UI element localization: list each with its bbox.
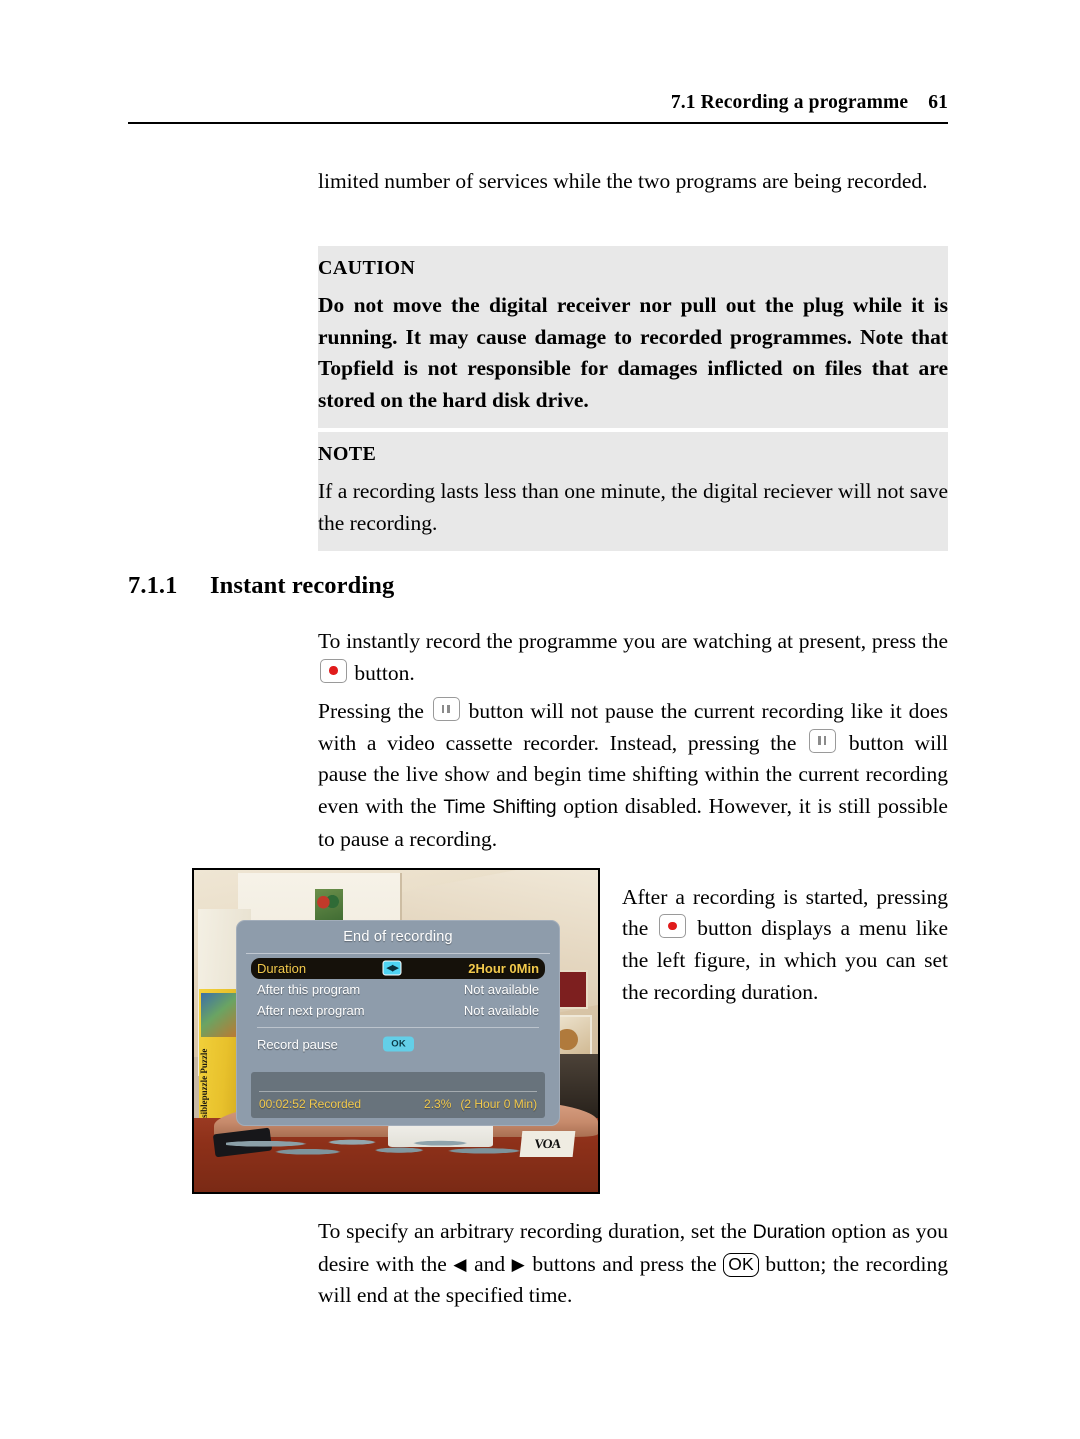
arrow-right-icon: ▶ — [511, 1254, 526, 1274]
page-header: 7.1 Recording a programme 61 — [128, 92, 948, 130]
record-button-icon — [659, 914, 687, 939]
osd-row-after-this-program-value: Not available — [463, 981, 540, 997]
ui-term-time-shifting: Time Shifting — [443, 796, 557, 819]
pause-button-icon — [432, 697, 460, 721]
specify-text-3: and — [467, 1251, 512, 1276]
specify-text-1: To specify an arbitrary recording durati… — [318, 1219, 753, 1243]
osd-row-after-this-program-label: After this program — [256, 981, 361, 997]
record-button-icon — [320, 658, 347, 683]
pause-button-icon — [809, 728, 837, 753]
caution-title: CAUTION — [318, 257, 416, 279]
paragraph-instant-record: To instantly record the programme you ar… — [318, 626, 948, 689]
figure-end-of-recording-screenshot: Super 100 Reversiblepuzzle Puzzle VOA En… — [192, 868, 600, 1194]
osd-info-panel: 00:02:52 Recorded 2.3% (2 Hour 0 Min) — [250, 1071, 546, 1118]
paragraph-pause-behaviour: Pressing the button will not pause the c… — [318, 696, 948, 856]
osd-row-duration[interactable]: Duration ◀▶ 2Hour 0Min — [250, 957, 546, 979]
osd-row-record-pause[interactable]: Record pause OK — [251, 1034, 545, 1055]
header-title: 7.1 Recording a programme 61 — [671, 92, 948, 114]
osd-row-record-pause-label: Record pause — [256, 1036, 338, 1052]
paragraph-specify-duration-text: To specify an arbitrary recording durati… — [318, 1216, 948, 1312]
osd-status-bar: 00:02:52 Recorded 2.3% (2 Hour 0 Min) — [259, 1094, 537, 1114]
manual-page: 7.1 Recording a programme 61 limited numb… — [0, 0, 1080, 1439]
osd-status-percent: 2.3% — [424, 1096, 452, 1111]
note-title: NOTE — [318, 443, 377, 465]
osd-row-duration-value: 2Hour 0Min — [468, 960, 540, 976]
osd-end-of-recording-dialog: End of recording Duration ◀▶ 2Hour 0Min … — [236, 919, 560, 1126]
photo-voa-logo: VOA — [519, 1130, 576, 1157]
osd-row-duration-label: Duration — [256, 960, 307, 976]
instant-text-2: button. — [349, 660, 415, 685]
note-text: If a recording lasts less than one minut… — [318, 479, 948, 535]
osd-row-after-next-program-value: Not available — [463, 1002, 540, 1018]
paragraph-after-recording: After a recording is started, pressing t… — [622, 860, 948, 1030]
instant-text-1: To instantly record the programme you ar… — [318, 629, 948, 653]
osd-row-after-next-program-label: After next program — [256, 1002, 365, 1018]
photo-poster — [315, 889, 344, 922]
paragraph-after-recording-text: After a recording is started, pressing t… — [622, 882, 948, 1009]
caution-box: CAUTION Do not move the digital receiver… — [318, 246, 948, 429]
osd-section-divider — [256, 1026, 540, 1028]
intro-paragraph-text: limited number of services while the two… — [318, 169, 928, 193]
osd-status-divider — [258, 1090, 538, 1092]
osd-record-pause-ok-chip[interactable]: OK — [383, 1036, 414, 1052]
page-number: 61 — [928, 92, 948, 113]
ok-key-icon: OK — [723, 1252, 759, 1277]
osd-row-after-next-program[interactable]: After next program Not available — [251, 1000, 545, 1021]
paragraph-specify-duration: To specify an arbitrary recording durati… — [318, 1216, 948, 1312]
photo-book-cover-art — [201, 993, 239, 1038]
caution-text: Do not move the digital receiver nor pul… — [318, 293, 948, 412]
osd-status-recorded: 00:02:52 Recorded — [258, 1096, 362, 1111]
osd-status-total: (2 Hour 0 Min) — [460, 1096, 538, 1111]
header-section-label: 7.1 Recording a programme — [670, 92, 909, 113]
osd-title: End of recording — [343, 928, 453, 945]
osd-option-list: Duration ◀▶ 2Hour 0Min After this progra… — [250, 957, 546, 1055]
paragraph-instant-record-text: To instantly record the programme you ar… — [318, 626, 948, 689]
ui-term-duration: Duration — [752, 1221, 826, 1243]
paragraph-pause-behaviour-text: Pressing the button will not pause the c… — [318, 696, 948, 856]
section-heading-title: Instant recording — [210, 572, 395, 599]
osd-status-right: 2.3% (2 Hour 0 Min) — [424, 1097, 537, 1111]
intro-paragraph: limited number of services while the two… — [318, 166, 948, 198]
header-divider — [128, 122, 948, 124]
osd-title-divider — [246, 952, 550, 954]
photo-puzzle-pieces — [226, 1130, 542, 1164]
note-box: NOTE If a recording lasts less than one … — [318, 432, 948, 552]
section-heading-number: 7.1.1 — [128, 572, 178, 599]
pressing-text-1: Pressing the — [318, 699, 431, 723]
osd-row-after-this-program[interactable]: After this program Not available — [251, 979, 545, 1000]
specify-text-4: buttons and press the — [525, 1251, 724, 1276]
arrow-left-icon: ◀ — [453, 1254, 468, 1274]
section-heading: 7.1.1 Instant recording — [128, 572, 948, 600]
osd-left-right-spinner-icon[interactable]: ◀▶ — [382, 960, 402, 976]
